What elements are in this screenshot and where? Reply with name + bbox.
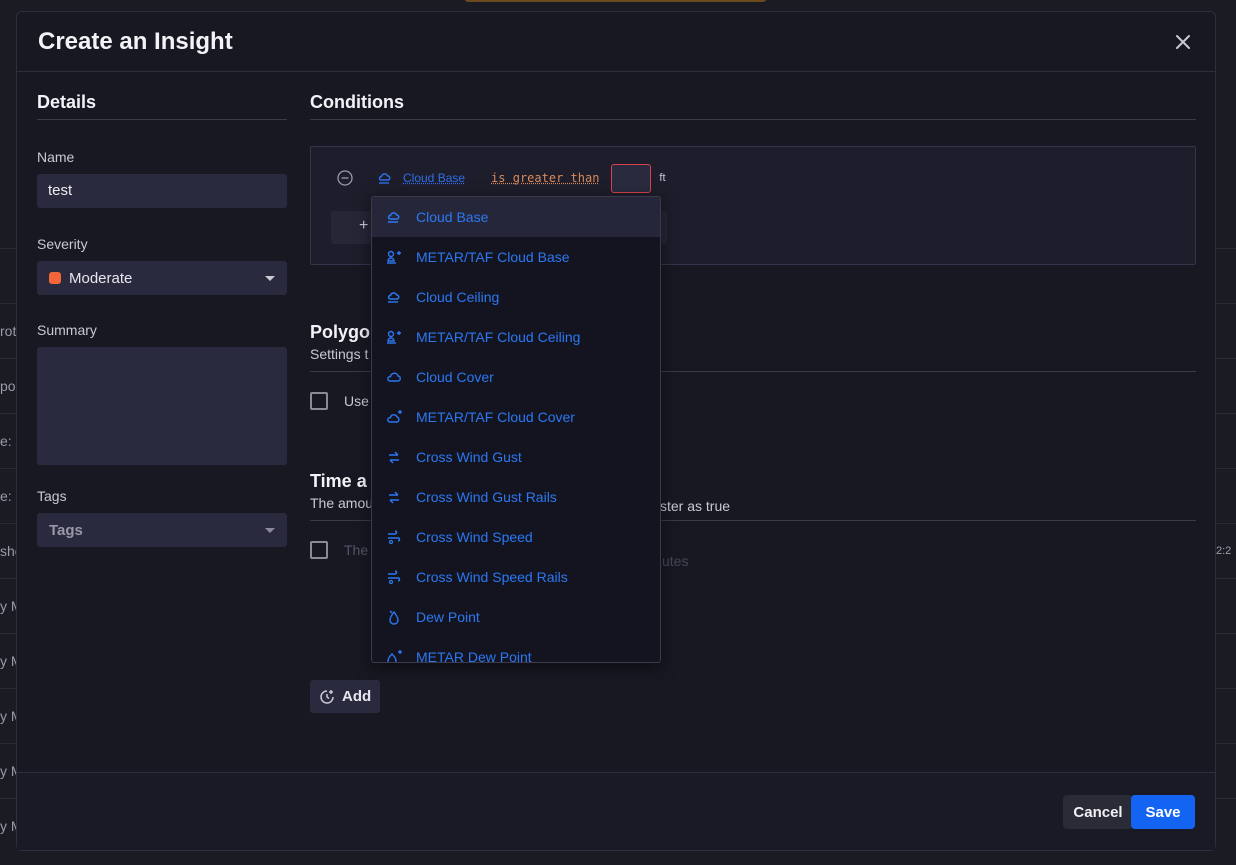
- modal-header: Create an Insight: [17, 12, 1215, 72]
- tags-select[interactable]: Tags: [37, 513, 287, 547]
- summary-label: Summary: [37, 322, 97, 338]
- metric-selector[interactable]: Cloud Base: [377, 170, 465, 186]
- details-section: Details Name test Severity Moderate Summ…: [37, 92, 287, 547]
- metric-option-label: Cross Wind Gust: [416, 449, 522, 465]
- conditions-column: Conditions Cloud Base is greater than ft: [310, 92, 1196, 713]
- condition-row: Cloud Base is greater than ft: [337, 163, 666, 193]
- add-time-label: Add: [342, 688, 372, 705]
- details-title: Details: [37, 92, 287, 120]
- modal-title: Create an Insight: [38, 28, 233, 55]
- cloud-ceiling-icon: [385, 288, 403, 306]
- unit-label: ft: [659, 172, 666, 184]
- time-subtitle-tail: ster as true: [660, 498, 731, 514]
- remove-condition-icon[interactable]: [337, 170, 353, 186]
- metric-option[interactable]: Dew Point: [372, 597, 660, 637]
- severity-value: Moderate: [69, 269, 133, 287]
- summary-textarea[interactable]: [37, 347, 287, 465]
- time-unit-select[interactable]: utes: [662, 553, 688, 569]
- metric-option[interactable]: METAR/TAF Cloud Cover: [372, 397, 660, 437]
- polygon-checkbox-label: Use: [344, 393, 369, 409]
- background-banner: [463, 0, 768, 2]
- caret-down-icon: [265, 528, 275, 533]
- severity-select[interactable]: Moderate: [37, 261, 287, 295]
- tags-label: Tags: [37, 488, 67, 504]
- background-row-text: 2:2: [1216, 545, 1232, 557]
- metric-option[interactable]: Cloud Cover: [372, 357, 660, 397]
- metric-option[interactable]: METAR Dew Point: [372, 637, 660, 663]
- metric-option-label: Cloud Ceiling: [416, 289, 500, 305]
- operator-selector[interactable]: is greater than: [491, 171, 599, 185]
- dew-point-icon: [385, 608, 403, 626]
- background-row-text: e:: [0, 433, 12, 449]
- background-row-text: por: [0, 378, 16, 394]
- metric-option[interactable]: Cross Wind Speed Rails: [372, 557, 660, 597]
- metric-option-label: METAR Dew Point: [416, 649, 532, 663]
- tags-placeholder: Tags: [49, 521, 83, 539]
- modal-footer: Cancel Save: [17, 772, 1215, 850]
- name-label: Name: [37, 149, 75, 165]
- metar-dew-point-icon: [385, 648, 403, 662]
- metar-cloud-base-icon: [385, 248, 403, 266]
- metric-option-label: Cloud Base: [416, 209, 489, 225]
- polygon-checkbox[interactable]: [310, 392, 328, 410]
- cloud-base-icon: [378, 173, 391, 184]
- metric-option-label: Cloud Cover: [416, 369, 494, 385]
- metric-option[interactable]: Cloud Ceiling: [372, 277, 660, 317]
- metric-option[interactable]: METAR/TAF Cloud Base: [372, 237, 660, 277]
- background-row-text: y M: [0, 818, 16, 834]
- background-row-text: y M: [0, 763, 16, 779]
- time-checkbox[interactable]: [310, 541, 328, 559]
- background-row-text: y M: [0, 598, 16, 614]
- metric-option[interactable]: Cross Wind Gust Rails: [372, 477, 660, 517]
- close-icon: [1176, 35, 1190, 49]
- background-row-text: e:: [0, 488, 12, 504]
- severity-label: Severity: [37, 236, 88, 252]
- wind-speed-icon: [385, 568, 403, 586]
- metric-option-label: Cross Wind Speed: [416, 529, 533, 545]
- add-time-button[interactable]: Add: [310, 680, 380, 713]
- metric-option-label: Cross Wind Gust Rails: [416, 489, 557, 505]
- metric-option[interactable]: Cross Wind Gust: [372, 437, 660, 477]
- conditions-title: Conditions: [310, 92, 1196, 120]
- severity-color-dot: [49, 272, 61, 284]
- cancel-button[interactable]: Cancel: [1063, 795, 1133, 829]
- metric-dropdown: Cloud Base METAR/TAF Cloud Base Cloud Ceil…: [371, 196, 661, 663]
- wind-speed-icon: [385, 528, 403, 546]
- background-row-text: rot: [0, 323, 16, 339]
- metric-option-label: METAR/TAF Cloud Base: [416, 249, 570, 265]
- background-row-text: sho: [0, 543, 16, 559]
- cloud-cover-icon: [385, 368, 403, 386]
- metric-option-label: METAR/TAF Cloud Ceiling: [416, 329, 581, 345]
- metric-option[interactable]: Cross Wind Speed: [372, 517, 660, 557]
- metar-cloud-cover-icon: [385, 408, 403, 426]
- metric-option-label: Dew Point: [416, 609, 480, 625]
- metar-cloud-ceiling-icon: [385, 328, 403, 346]
- metric-option-label: METAR/TAF Cloud Cover: [416, 409, 575, 425]
- cross-wind-icon: [385, 448, 403, 466]
- threshold-input[interactable]: [611, 163, 652, 193]
- metric-option-label: Cross Wind Speed Rails: [416, 569, 568, 585]
- name-input[interactable]: test: [37, 174, 287, 208]
- cloud-base-icon: [385, 208, 403, 226]
- caret-down-icon: [265, 276, 275, 281]
- time-checkbox-label: The: [344, 542, 369, 558]
- background-row-text: y M: [0, 708, 16, 724]
- background-row-text: y M: [0, 653, 16, 669]
- metric-label: Cloud Base: [403, 171, 466, 185]
- metric-option[interactable]: Cloud Base: [372, 197, 660, 237]
- close-button[interactable]: [1171, 30, 1195, 54]
- metric-option[interactable]: METAR/TAF Cloud Ceiling: [372, 317, 660, 357]
- cross-wind-icon: [385, 488, 403, 506]
- save-button[interactable]: Save: [1131, 795, 1195, 829]
- clock-add-icon: [320, 689, 334, 704]
